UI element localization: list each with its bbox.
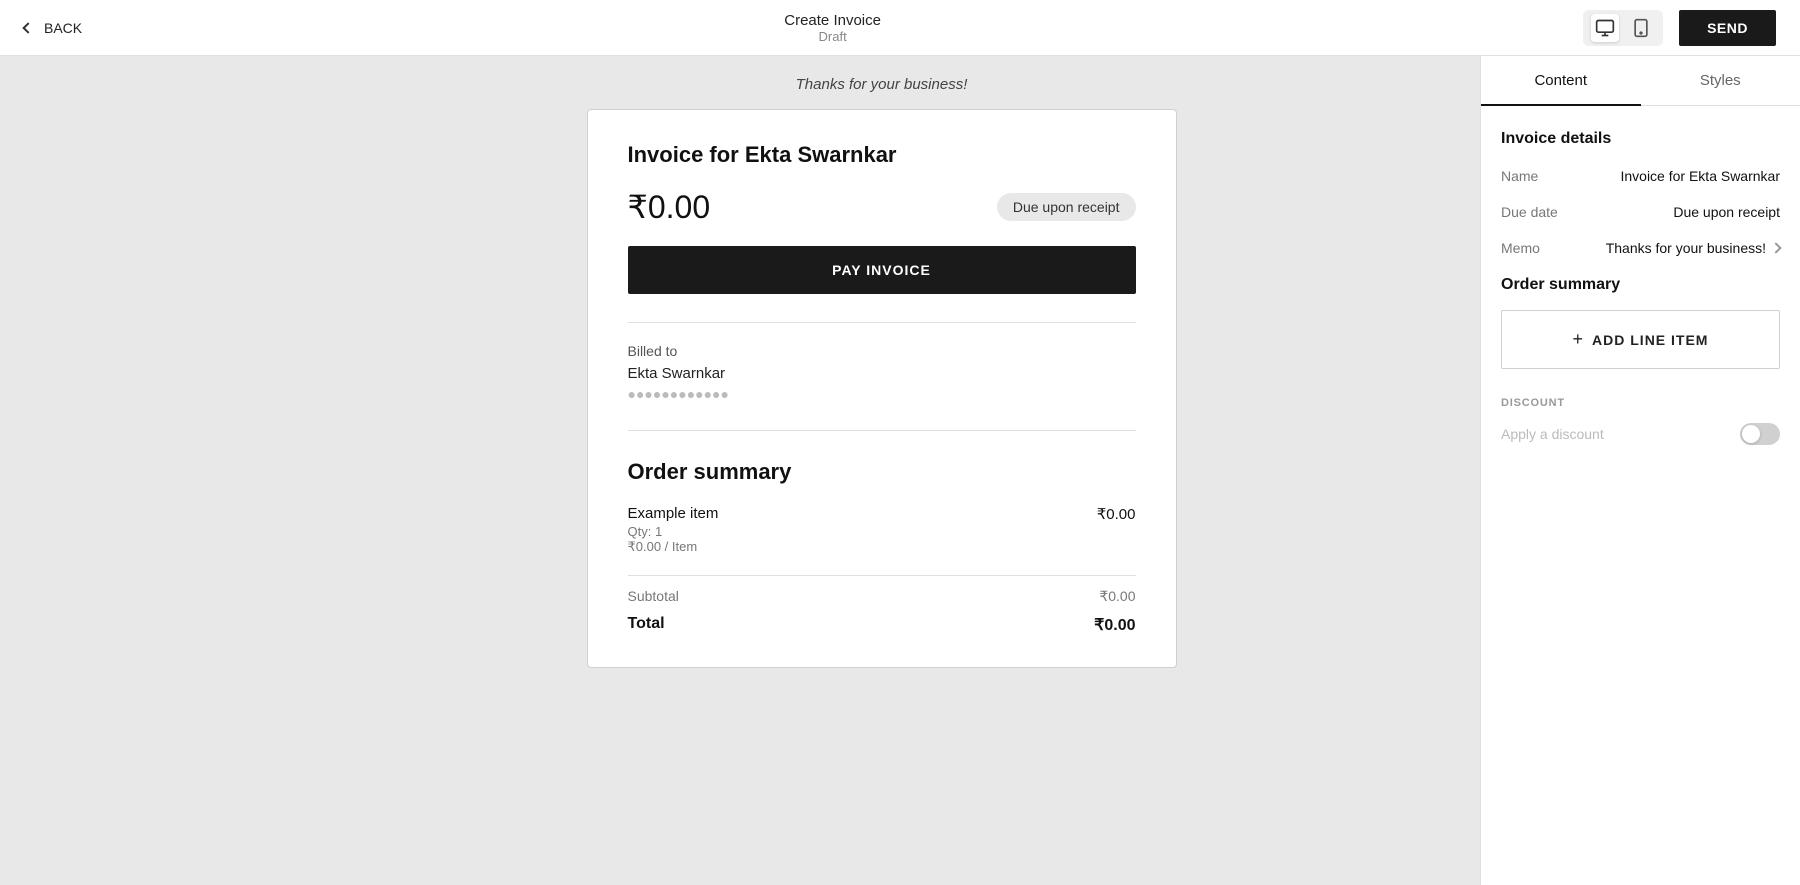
discount-section: DISCOUNT Apply a discount [1501,397,1780,445]
total-value: ₹0.00 [1094,615,1135,635]
left-sidebar [0,56,283,885]
due-date-detail-row[interactable]: Due date Due upon receipt [1501,204,1780,220]
invoice-divider [628,322,1136,323]
memo-value: Thanks for your business! [1606,240,1780,256]
desktop-view-button[interactable] [1591,14,1619,42]
due-date-value-text: Due upon receipt [1673,204,1780,220]
send-button[interactable]: SEND [1679,10,1776,46]
discount-row: Apply a discount [1501,423,1780,445]
name-detail-row: Name Invoice for Ekta Swarnkar [1501,168,1780,184]
invoice-title: Invoice for Ekta Swarnkar [628,142,1136,168]
item-total: ₹0.00 [1097,505,1136,555]
invoice-card: Invoice for Ekta Swarnkar ₹0.00 Due upon… [587,109,1177,668]
device-toggle [1583,10,1663,46]
billed-email: ●●●●●●●●●●●● [628,386,1136,402]
back-label: BACK [44,20,82,36]
invoice-amount: ₹0.00 [628,188,711,226]
billed-to-label: Billed to [628,343,1136,359]
item-price-unit: ₹0.00 / Item [628,539,719,555]
memo-detail-row[interactable]: Memo Thanks for your business! [1501,240,1780,256]
topbar-center: Create Invoice Draft [784,12,881,44]
apply-discount-label: Apply a discount [1501,426,1604,442]
panel-tabs: Content Styles [1481,56,1800,106]
main-area: Thanks for your business! Invoice for Ek… [0,56,1800,885]
memo-value-text: Thanks for your business! [1606,240,1766,256]
invoice-preview: Thanks for your business! Invoice for Ek… [283,56,1480,885]
order-summary-section: Order summary + ADD LINE ITEM [1501,276,1780,369]
total-label: Total [628,615,665,635]
line-item: Example item Qty: 1 ₹0.00 / Item ₹0.00 [628,505,1136,555]
tablet-view-button[interactable] [1627,14,1655,42]
invoice-divider-2 [628,430,1136,431]
memo-chevron-icon [1770,242,1781,253]
right-panel: Content Styles Invoice details Name Invo… [1480,56,1800,885]
order-summary-section-title: Order summary [1501,276,1780,294]
tab-content[interactable]: Content [1481,56,1641,105]
memo-label: Memo [1501,240,1540,256]
due-date-value: Due upon receipt [1673,204,1780,220]
billed-section: Billed to Ekta Swarnkar ●●●●●●●●●●●● [628,343,1136,402]
draft-label: Draft [784,29,881,44]
tab-styles[interactable]: Styles [1641,56,1800,105]
create-invoice-label: Create Invoice [784,12,881,29]
pay-invoice-button[interactable]: PAY INVOICE [628,246,1136,294]
plus-icon: + [1573,329,1585,350]
billed-name: Ekta Swarnkar [628,365,1136,382]
subtotal-row: Subtotal ₹0.00 [628,575,1136,605]
panel-content: Invoice details Name Invoice for Ekta Sw… [1481,106,1800,885]
item-qty: Qty: 1 [628,524,719,539]
back-button[interactable]: BACK [24,20,82,36]
discount-section-label: DISCOUNT [1501,397,1780,409]
due-badge: Due upon receipt [997,193,1136,221]
name-label: Name [1501,168,1538,184]
order-summary-title: Order summary [628,459,1136,485]
subtotal-label: Subtotal [628,588,679,605]
topbar: BACK Create Invoice Draft SEND [0,0,1800,56]
thanks-text: Thanks for your business! [796,56,968,109]
subtotal-value: ₹0.00 [1099,588,1135,605]
total-row: Total ₹0.00 [628,615,1136,635]
item-name: Example item [628,505,719,522]
name-value-text: Invoice for Ekta Swarnkar [1620,168,1780,184]
due-date-label: Due date [1501,204,1558,220]
apply-discount-toggle[interactable] [1740,423,1780,445]
name-value: Invoice for Ekta Swarnkar [1620,168,1780,184]
add-line-item-label: ADD LINE ITEM [1592,332,1708,348]
add-line-item-button[interactable]: + ADD LINE ITEM [1501,310,1780,369]
invoice-amount-row: ₹0.00 Due upon receipt [628,188,1136,226]
line-item-details: Example item Qty: 1 ₹0.00 / Item [628,505,719,555]
topbar-right: SEND [1583,10,1776,46]
invoice-details-title: Invoice details [1501,130,1780,148]
back-arrow-icon [22,22,33,33]
